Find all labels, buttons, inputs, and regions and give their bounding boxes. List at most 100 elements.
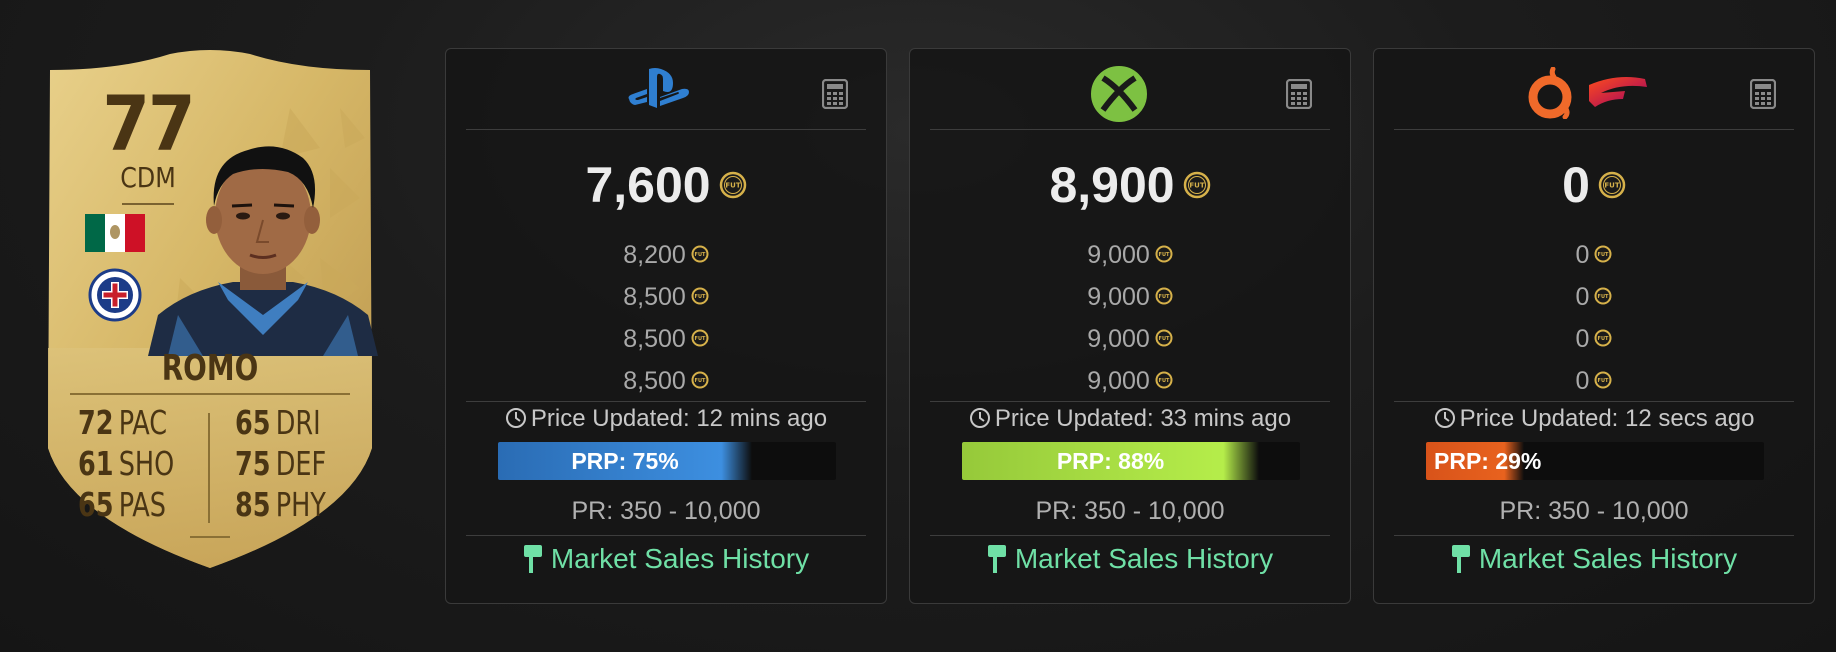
divider <box>1394 129 1794 130</box>
market-sales-history-link[interactable]: Market Sales History <box>446 543 886 575</box>
stat-def: 75 DEF <box>235 444 327 483</box>
fut-coin-icon: FUT <box>691 371 709 389</box>
svg-text:FUT: FUT <box>1598 294 1609 300</box>
price-updated: Price Updated: 12 secs ago <box>1374 405 1814 433</box>
stats-right: 65 DRI 75 DEF 85 PHY <box>235 402 385 525</box>
recent-price: 0 FUT <box>1374 318 1814 360</box>
price-range: PR: 350 - 10,000 <box>571 497 761 525</box>
platform-panel-pc: 0 FUT 0 FUT 0 FUT 0 FUT 0 FUT Price Updated: … <box>1373 48 1815 604</box>
current-price: 8,900 FUT <box>910 157 1350 213</box>
fut-coin-icon: FUT <box>1598 171 1626 199</box>
recent-prices: 9,000 FUT 9,000 FUT 9,000 FUT 9,000 FUT <box>910 234 1350 402</box>
calculator-icon[interactable] <box>822 79 848 109</box>
prp-label: PRP: 88% <box>1056 448 1165 474</box>
recent-price: 9,000 FUT <box>910 318 1350 360</box>
stats-left: 72 PAC 61 SHO 65 PAS <box>78 402 228 525</box>
svg-text:FUT: FUT <box>1598 336 1609 342</box>
fut-coin-icon: FUT <box>1155 371 1173 389</box>
svg-text:FUT: FUT <box>1158 252 1169 258</box>
fut-coin-icon: FUT <box>691 245 709 263</box>
divider <box>70 393 350 395</box>
platform-icons <box>1374 49 1814 127</box>
platform-icons <box>910 49 1350 127</box>
fut-coin-icon: FUT <box>1594 329 1612 347</box>
fut-coin-icon: FUT <box>1155 287 1173 305</box>
divider <box>208 413 210 523</box>
market-sales-history-link[interactable]: Market Sales History <box>1374 543 1814 575</box>
svg-text:FUT: FUT <box>1158 378 1169 384</box>
svg-text:FUT: FUT <box>1598 378 1609 384</box>
divider <box>930 535 1330 536</box>
price-range: PR: 350 - 10,000 <box>1499 497 1689 525</box>
svg-text:FUT: FUT <box>1189 181 1204 189</box>
price-updated: Price Updated: 33 mins ago <box>910 405 1350 433</box>
fut-coin-icon: FUT <box>1155 245 1173 263</box>
fut-coin-icon: FUT <box>1155 329 1173 347</box>
prp-label: PRP: 29% <box>1434 448 1542 474</box>
recent-price: 8,200 FUT <box>446 234 886 276</box>
calculator-icon[interactable] <box>1286 79 1312 109</box>
signpost-icon <box>523 544 542 573</box>
price-range: PR: 350 - 10,000 <box>1035 497 1225 525</box>
recent-prices: 0 FUT 0 FUT 0 FUT 0 FUT <box>1374 234 1814 402</box>
divider <box>930 129 1330 130</box>
origin-logo-icon <box>1528 67 1572 119</box>
recent-price: 0 FUT <box>1374 234 1814 276</box>
xbox-logo-icon <box>1091 66 1147 122</box>
platform-panel-xbox: 8,900 FUT 9,000 FUT 9,000 FUT 9,000 FUT 9,00… <box>909 48 1351 604</box>
fut-coin-icon: FUT <box>691 287 709 305</box>
fut-coin-icon: FUT <box>1594 287 1612 305</box>
recent-price: 8,500 FUT <box>446 318 886 360</box>
fut-coin-icon: FUT <box>691 329 709 347</box>
calculator-icon[interactable] <box>1750 79 1776 109</box>
platform-panel-playstation: 7,600 FUT 8,200 FUT 8,500 FUT 8,500 FUT 8,50… <box>445 48 887 604</box>
stat-phy: 85 PHY <box>235 485 326 524</box>
fut-coin-icon: FUT <box>1594 371 1612 389</box>
divider <box>1394 401 1794 402</box>
recent-price: 9,000 FUT <box>910 234 1350 276</box>
signpost-icon <box>1451 544 1470 573</box>
svg-text:FUT: FUT <box>725 181 740 189</box>
prp-label: PRP: 75% <box>571 448 679 474</box>
fut-coin-icon: FUT <box>1183 171 1210 199</box>
stat-sho: 61 SHO <box>78 444 175 483</box>
stadia-logo-icon <box>1589 77 1647 107</box>
recent-price: 0 FUT <box>1374 276 1814 318</box>
divider <box>930 401 1330 402</box>
svg-text:FUT: FUT <box>694 336 705 342</box>
svg-text:FUT: FUT <box>694 294 705 300</box>
stat-pas: 65 PAS <box>78 485 166 524</box>
player-card[interactable]: 77 CDM ROMO 72 PAC 61 SHO 65 PAS 65 DRI … <box>30 48 390 613</box>
market-sales-history-link[interactable]: Market Sales History <box>910 543 1350 575</box>
prp-bar: PRP: 75% <box>498 442 836 480</box>
current-price: 7,600 FUT <box>446 157 886 213</box>
svg-text:FUT: FUT <box>694 252 705 258</box>
clock-icon <box>505 407 526 428</box>
mexico-flag-icon <box>85 214 145 252</box>
svg-text:FUT: FUT <box>1158 294 1169 300</box>
svg-text:FUT: FUT <box>1158 336 1169 342</box>
divider <box>190 536 230 538</box>
signpost-icon <box>987 544 1006 573</box>
price-updated: Price Updated: 12 mins ago <box>446 405 886 433</box>
divider <box>466 129 866 130</box>
fut-coin-icon: FUT <box>1594 245 1612 263</box>
player-portrait <box>148 146 378 356</box>
clock-icon <box>969 407 990 428</box>
recent-price: 9,000 FUT <box>910 360 1350 402</box>
fut-coin-icon: FUT <box>719 171 746 199</box>
cruz-azul-crest-icon <box>88 268 142 322</box>
divider <box>1394 535 1794 536</box>
clock-icon <box>1434 407 1455 428</box>
svg-text:FUT: FUT <box>1604 181 1619 189</box>
recent-prices: 8,200 FUT 8,500 FUT 8,500 FUT 8,500 FUT <box>446 234 886 402</box>
prp-bar: PRP: 88% <box>962 442 1300 480</box>
svg-text:FUT: FUT <box>694 378 705 384</box>
divider <box>466 401 866 402</box>
svg-text:FUT: FUT <box>1598 252 1609 258</box>
playstation-logo-icon <box>628 68 689 108</box>
stat-pac: 72 PAC <box>78 403 168 442</box>
prp-bar: PRP: 29% <box>1426 442 1764 480</box>
recent-price: 8,500 FUT <box>446 360 886 402</box>
player-name: ROMO <box>161 348 259 389</box>
